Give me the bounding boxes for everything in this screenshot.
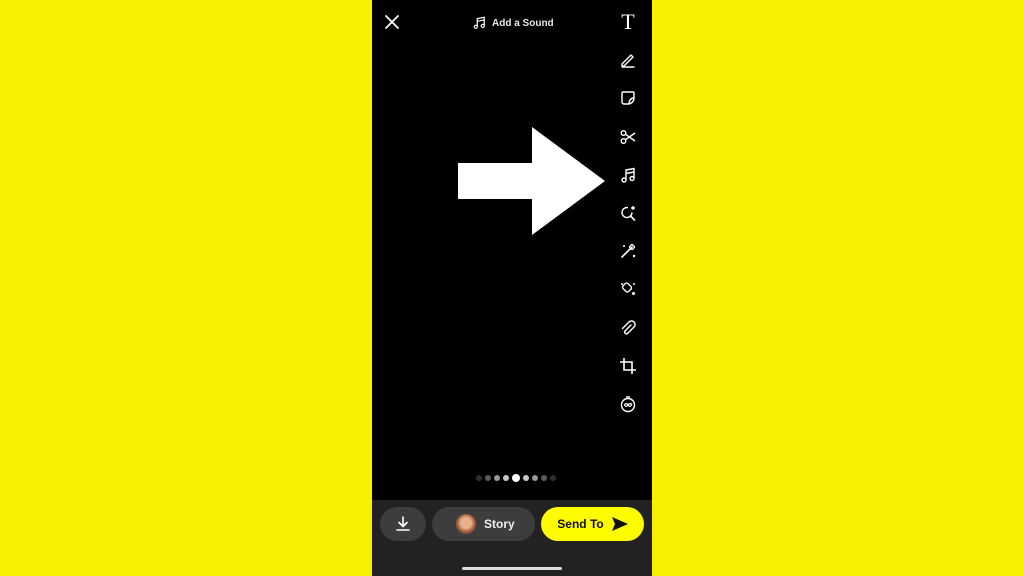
draw-tool[interactable] (618, 50, 638, 70)
filter-dot[interactable] (550, 475, 556, 481)
send-to-label: Send To (557, 517, 604, 531)
sticker-tool[interactable] (618, 88, 638, 108)
filter-dot-active[interactable] (512, 474, 520, 482)
filter-dot[interactable] (532, 475, 538, 481)
lens-search-icon (621, 205, 636, 221)
filter-dot[interactable] (523, 475, 529, 481)
filter-dot[interactable] (476, 475, 482, 481)
filter-dot[interactable] (503, 475, 509, 481)
lens-tool[interactable] (618, 203, 638, 223)
story-button[interactable]: Story (432, 507, 535, 541)
crop-tool[interactable] (618, 356, 638, 376)
avatar (456, 514, 476, 534)
add-sound-button[interactable]: Add a Sound (472, 14, 554, 32)
music-note-icon (621, 167, 635, 183)
send-arrow-icon (611, 517, 628, 531)
phone-screen: Add a Sound T Story Send To (372, 0, 652, 576)
paperclip-icon (621, 319, 636, 334)
music-tool[interactable] (618, 165, 638, 185)
timer-tool[interactable] (618, 394, 638, 414)
infinity-timer-icon (620, 396, 636, 413)
close-button[interactable] (382, 12, 402, 32)
filter-dot[interactable] (485, 475, 491, 481)
sticker-icon (621, 91, 635, 106)
story-label: Story (484, 517, 515, 531)
magic-tool[interactable] (618, 241, 638, 261)
download-icon (396, 516, 410, 531)
eraser-tool[interactable] (618, 279, 638, 299)
magic-eraser-icon (621, 282, 635, 296)
add-sound-label: Add a Sound (492, 17, 554, 29)
crop-icon (620, 357, 636, 374)
right-arrow-icon (458, 127, 605, 235)
close-icon (385, 15, 399, 29)
pencil-icon (621, 54, 635, 68)
filter-dot[interactable] (541, 475, 547, 481)
filter-dots (476, 474, 556, 482)
save-button[interactable] (380, 507, 426, 541)
music-note-icon (473, 16, 485, 29)
text-icon: T (621, 9, 635, 34)
attach-tool[interactable] (618, 318, 638, 338)
magic-wand-icon (621, 244, 636, 258)
text-tool[interactable]: T (618, 9, 638, 34)
send-to-button[interactable]: Send To (541, 507, 644, 541)
home-indicator (462, 567, 562, 570)
edit-toolbar: T (618, 9, 638, 432)
scissors-icon (620, 129, 636, 144)
filter-dot[interactable] (494, 475, 500, 481)
scissors-tool[interactable] (618, 127, 638, 147)
bottom-bar: Story Send To (372, 500, 652, 576)
